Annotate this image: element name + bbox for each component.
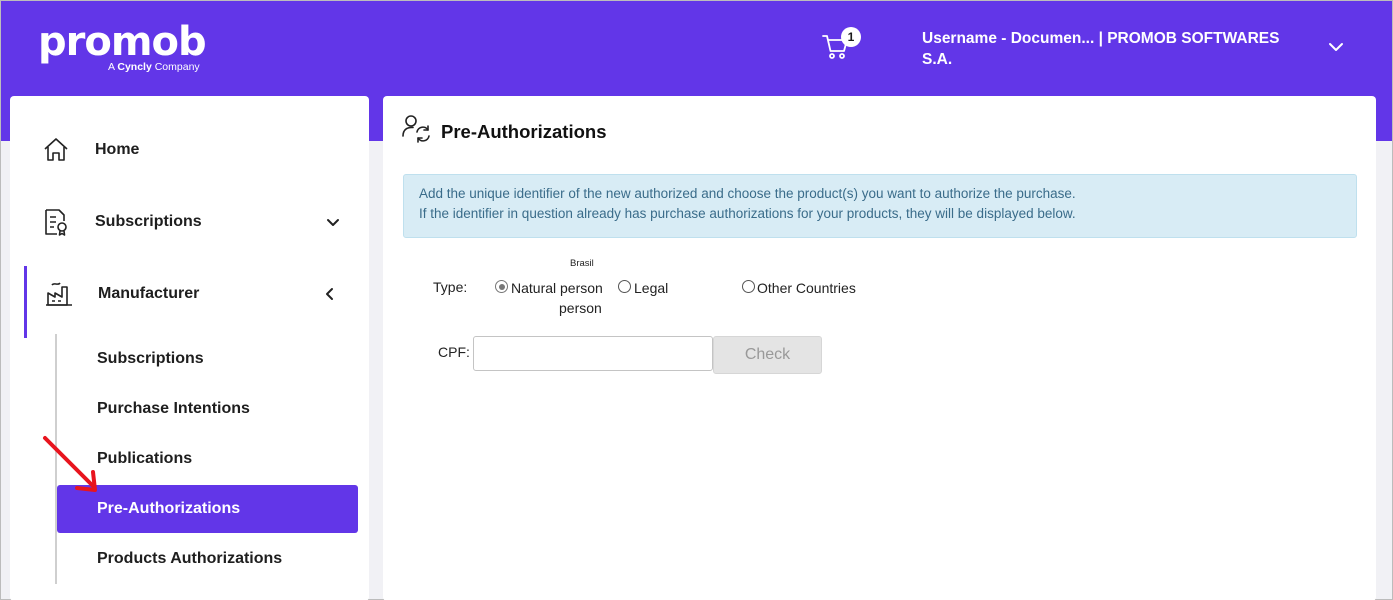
sidebar-subitem-purchase-intentions[interactable]: Purchase Intentions <box>57 385 358 433</box>
brasil-group-label: Brasil <box>570 258 594 269</box>
sidebar-subitem-label: Products Authorizations <box>97 550 283 567</box>
radio-natural-person-label: Natural person <box>511 280 603 296</box>
sidebar-subitem-products-authorizations[interactable]: Products Authorizations <box>57 535 358 583</box>
sidebar-subitem-label: Purchase Intentions <box>97 400 250 417</box>
sidebar-subitem-subscriptions[interactable]: Subscriptions <box>57 335 358 383</box>
sidebar-subitem-publications[interactable]: Publications <box>57 435 358 483</box>
type-label: Type: <box>433 279 468 295</box>
sidebar-subitem-label: Pre-Authorizations <box>97 500 241 517</box>
cpf-input[interactable] <box>473 336 713 371</box>
page-title: Pre-Authorizations <box>441 121 607 142</box>
annotation-arrow-icon <box>43 436 97 492</box>
user-account-menu[interactable]: Username - Documen... | PROMOB SOFTWARES… <box>922 28 1302 70</box>
cpf-label: CPF: <box>438 344 470 360</box>
logo-tagline-brand: Cyncly <box>117 61 152 73</box>
logo-tagline: A Cyncly Company <box>108 61 200 73</box>
sidebar-item-subscriptions[interactable]: Subscriptions <box>10 195 369 251</box>
info-line: If the identifier in question already ha… <box>419 206 1076 221</box>
chevron-down-icon <box>327 219 339 226</box>
logo-wordmark: promob <box>38 19 207 65</box>
factory-icon <box>46 282 72 306</box>
radio-legal-person[interactable] <box>618 280 631 293</box>
cart-count-badge: 1 <box>841 27 861 47</box>
user-company-label: S.A. <box>922 51 953 68</box>
sidebar-item-label: Subscriptions <box>95 213 202 230</box>
radio-natural-person-label-wrap: person <box>559 300 602 316</box>
info-alert: Add the unique identifier of the new aut… <box>403 174 1357 238</box>
user-name-label: Username - Documen... | PROMOB SOFTWARES <box>922 30 1280 47</box>
info-line: Add the unique identifier of the new aut… <box>419 186 1076 201</box>
home-icon <box>44 138 68 161</box>
logo-tagline-suffix: Company <box>154 61 200 73</box>
sidebar-subitem-label: Publications <box>97 450 193 467</box>
promob-logo[interactable]: promob A Cyncly Company <box>38 19 207 73</box>
sidebar: Home Subscriptions Manufacturer Subscrip… <box>10 96 369 600</box>
main-content: Pre-Authorizations Add the unique identi… <box>383 96 1376 600</box>
sidebar-subitem-label: Subscriptions <box>97 350 204 367</box>
sidebar-item-manufacturer[interactable]: Manufacturer <box>10 266 369 338</box>
logo-tagline-prefix: A <box>108 61 115 73</box>
sidebar-item-label: Home <box>95 141 140 158</box>
chevron-down-icon[interactable] <box>1326 37 1346 57</box>
chevron-left-icon <box>326 288 333 300</box>
active-indicator <box>24 266 27 338</box>
user-refresh-icon <box>402 115 430 143</box>
radio-natural-person[interactable] <box>495 280 508 293</box>
radio-other-countries-label: Other Countries <box>757 280 856 296</box>
sidebar-subitem-pre-authorizations[interactable]: Pre-Authorizations <box>57 485 358 533</box>
radio-legal-person-label: Legal <box>634 280 669 296</box>
document-certificate-icon <box>45 209 67 236</box>
sidebar-item-label: Manufacturer <box>98 285 200 302</box>
check-button[interactable]: Check <box>713 336 822 374</box>
radio-other-countries[interactable] <box>742 280 755 293</box>
sidebar-item-home[interactable]: Home <box>10 123 369 179</box>
